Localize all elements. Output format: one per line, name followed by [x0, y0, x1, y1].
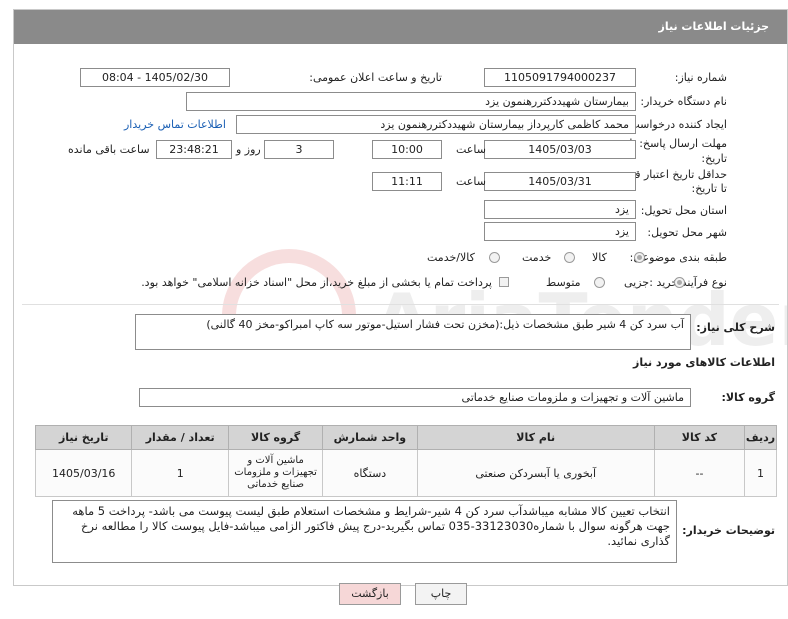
announce-datetime-field: 1405/02/30 - 08:04	[80, 68, 230, 87]
buyer-notes-text: انتخاب تعیین کالا مشابه میباشدآب سرد کن …	[72, 504, 670, 548]
cell-row: 1	[743, 449, 778, 497]
category-radio-goods-service[interactable]	[489, 252, 500, 263]
col-name: نام کالا	[416, 425, 655, 450]
category-radio-service[interactable]	[564, 252, 575, 263]
need-number-label: شماره نیاز:	[674, 71, 727, 84]
price-valid-time-label: ساعت	[456, 175, 486, 188]
table-row: 1 -- آبخوری یا آبسردکن صنعتی دستگاه ماشی…	[34, 449, 778, 497]
col-date: تاریخ نیاز	[34, 425, 133, 450]
city-field: یزد	[484, 222, 636, 241]
col-group: گروه کالا	[227, 425, 324, 450]
cell-group: ماشین آلات و تجهیزات و ملزومات صنایع خدم…	[227, 449, 324, 497]
buyer-notes-label: توضیحات خریدار:	[682, 524, 775, 537]
province-field: یزد	[484, 200, 636, 219]
need-description-field: آب سرد کن 4 شیر طبق مشخصات ذیل:(مخزن تحت…	[135, 314, 691, 350]
deadline-label: مهلت ارسال پاسخ: تا	[629, 137, 727, 150]
cell-qty: 1	[131, 449, 229, 497]
category-option-goods-service: کالا/خدمت	[427, 251, 475, 264]
cell-code: --	[653, 449, 745, 497]
price-valid-label-date: تا تاریخ:	[691, 182, 727, 195]
deadline-label-date: تاریخ:	[701, 152, 727, 165]
creator-field: محمد کاظمی کارپرداز بیمارستان شهیددکترره…	[236, 115, 636, 134]
process-option-medium: متوسط	[546, 276, 581, 289]
deadline-date-field: 1405/03/03	[484, 140, 636, 159]
city-label: شهر محل تحویل:	[647, 226, 727, 239]
process-radio-small[interactable]	[674, 277, 685, 288]
need-description-label: شرح کلی نیاز:	[696, 321, 775, 334]
treasury-payment-note: پرداخت تمام یا بخشی از مبلغ خرید،از محل …	[141, 276, 492, 289]
cell-unit: دستگاه	[322, 449, 418, 497]
col-code: کد کالا	[653, 425, 745, 450]
process-radio-medium[interactable]	[594, 277, 605, 288]
buyer-notes-field: انتخاب تعیین کالا مشابه میباشدآب سرد کن …	[52, 500, 677, 563]
days-label: روز و	[236, 143, 261, 156]
province-label: استان محل تحویل:	[640, 204, 727, 217]
category-option-service: خدمت	[522, 251, 552, 264]
goods-group-label: گروه کالا:	[721, 391, 775, 404]
goods-group-field: ماشین آلات و تجهیزات و ملزومات صنایع خدم…	[139, 388, 691, 407]
need-description-text: آب سرد کن 4 شیر طبق مشخصات ذیل:(مخزن تحت…	[206, 318, 684, 331]
col-row: ردیف	[743, 425, 778, 450]
print-button[interactable]: چاپ	[415, 583, 467, 605]
cell-date: 1405/03/16	[34, 449, 133, 497]
deadline-time-label: ساعت	[456, 143, 486, 156]
col-unit: واحد شمارش	[322, 425, 418, 450]
process-label: نوع فرآیند خرید :	[649, 276, 727, 289]
col-qty: تعداد / مقدار	[131, 425, 229, 450]
table-header-row: ردیف کد کالا نام کالا واحد شمارش گروه کا…	[34, 425, 778, 450]
need-number-field: 1105091794000237	[484, 68, 636, 87]
buyer-org-field: بیمارستان شهیددکتررهنمون یزد	[186, 92, 636, 111]
announce-label: تاریخ و ساعت اعلان عمومی:	[309, 71, 442, 84]
remaining-label: ساعت باقی مانده	[68, 143, 150, 156]
goods-section-title: اطلاعات کالاهای مورد نیاز	[633, 356, 775, 369]
need-details-panel: جزئیات اطلاعات نیاز AriaTender.net شماره…	[13, 9, 788, 586]
category-option-goods: کالا	[592, 251, 607, 264]
cell-name: آبخوری یا آبسردکن صنعتی	[416, 449, 655, 497]
back-button[interactable]: بازگشت	[339, 583, 401, 605]
creator-label: ایجاد کننده درخواست:	[625, 118, 727, 131]
buyer-org-label: نام دستگاه خریدار:	[640, 95, 727, 108]
price-valid-time-field: 11:11	[372, 172, 442, 191]
goods-table: ردیف کد کالا نام کالا واحد شمارش گروه کا…	[34, 425, 778, 497]
remaining-time-field: 23:48:21	[156, 140, 232, 159]
deadline-time-field: 10:00	[372, 140, 442, 159]
panel-header: جزئیات اطلاعات نیاز	[14, 10, 787, 44]
panel-title: جزئیات اطلاعات نیاز	[658, 20, 770, 33]
buyer-contact-link[interactable]: اطلاعات تماس خریدار	[124, 118, 226, 131]
process-option-small: جزیی	[624, 276, 650, 289]
price-valid-date-field: 1405/03/31	[484, 172, 636, 191]
category-radio-goods[interactable]	[634, 252, 645, 263]
days-field: 3	[264, 140, 334, 159]
treasury-payment-checkbox[interactable]	[499, 277, 509, 287]
separator	[22, 304, 779, 305]
